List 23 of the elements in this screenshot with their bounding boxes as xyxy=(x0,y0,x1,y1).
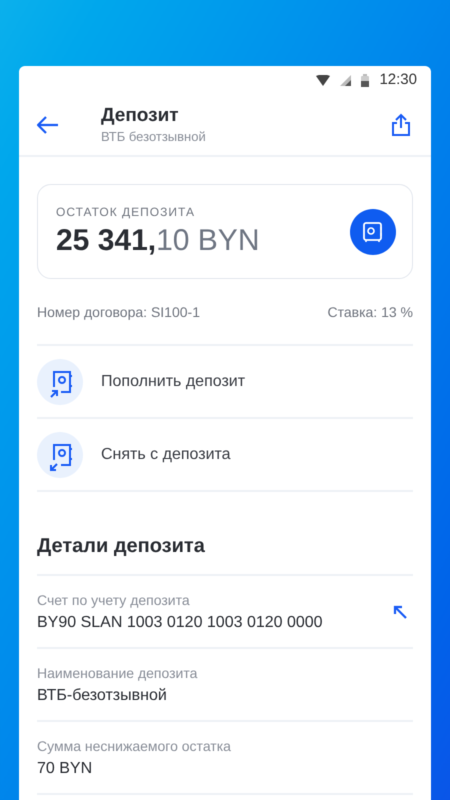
status-time: 12:30 xyxy=(379,70,417,90)
detail-label: Счет по учету депозита xyxy=(37,590,191,610)
detail-value: BY90 SLAN 1003 0120 1003 0120 0000 xyxy=(37,612,324,632)
share-icon[interactable] xyxy=(391,112,411,136)
balance-amount: 25 341,10 BYN xyxy=(56,222,260,258)
wifi-icon xyxy=(316,74,330,86)
screen-subtitle: ВТБ безотзывной xyxy=(101,128,207,146)
detail-label: Сумма неснижаемого остатка xyxy=(37,736,232,756)
battery-icon xyxy=(361,74,370,86)
detail-value: ВТБ-безотзывной xyxy=(37,686,168,706)
action-item[interactable]: Пополнить депозит xyxy=(37,346,413,419)
contract-number: Номер договора: SI100-1 xyxy=(37,302,200,322)
detail-value: 70 BYN xyxy=(37,758,94,778)
safe-icon xyxy=(350,208,396,254)
detail-label: Наименование депозита xyxy=(37,664,198,683)
arrow-icon[interactable] xyxy=(393,604,407,618)
screen-title: Депозит xyxy=(101,104,180,128)
action-item[interactable]: Снять с депозита xyxy=(37,419,413,492)
section-title: Детали депозита xyxy=(37,534,206,559)
balance-label: ОСТАТОК ДЕПОЗИТА xyxy=(56,204,196,220)
interest-rate: Ставка: 13 % xyxy=(328,302,413,322)
signal-icon xyxy=(340,74,352,86)
back-arrow-icon[interactable] xyxy=(37,116,59,134)
